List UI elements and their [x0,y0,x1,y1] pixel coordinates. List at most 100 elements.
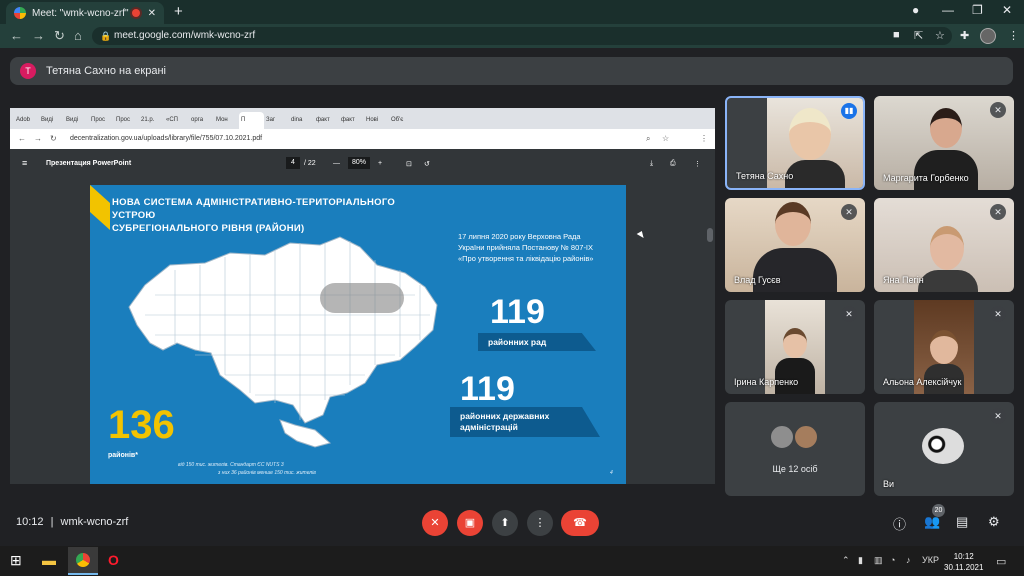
stat1-label: районних рад [478,333,596,351]
shared-tab: Заг [266,117,276,123]
chat-icon[interactable]: ▤ [956,514,968,530]
self-avatar [922,428,964,464]
participant-tile[interactable]: ✕ Ірина Карпенко [725,300,865,394]
shared-tab: факт [341,117,355,123]
shared-tab: Нові [366,117,379,123]
participant-tile[interactable]: ✕ Маргарита Горбенко [874,96,1014,190]
shared-star-icon: ☆ [662,134,670,143]
reload-icon[interactable]: ↻ [54,28,65,44]
opera-icon[interactable]: O [108,552,119,568]
shared-screen: Adob Виді Виді Прос Прос 21.р. «СП орга … [10,108,715,484]
tray-usb-icon[interactable]: ▮ [858,555,863,566]
participant-face [930,330,958,364]
meeting-controls-bar: 10:12 | wmk-wcno-zrf ✕ ▣ ⬆ ⋮ ☎ ⓘ 👥 20 ▤ … [0,500,1024,546]
more-options-button[interactable]: ⋮ [527,510,553,536]
extensions-icon[interactable]: ✚ [960,29,969,42]
pdf-scrollbar[interactable] [707,228,713,242]
pdf-zoom-level: 80% [348,157,370,169]
taskbar-clock[interactable]: 10:12 30.11.2021 [944,551,983,573]
tray-up-arrow-icon[interactable]: ⌃ [842,555,850,566]
meeting-info: 10:12 | wmk-wcno-zrf [16,516,128,528]
tab-search-icon[interactable]: ● [912,3,919,17]
maximize-button[interactable]: ❐ [972,3,983,17]
windows-start-icon[interactable]: ⊞ [10,552,22,569]
participant-name: Маргарита Горбенко [883,173,969,183]
tray-wifi-icon[interactable]: ◔ [890,555,895,565]
tray-volume-icon[interactable]: ♪ [906,555,911,565]
meeting-details-icon[interactable]: ⓘ [893,514,906,533]
mic-toggle-button[interactable]: ✕ [422,510,448,536]
shared-tab: Мон [216,117,228,123]
slide-accent-shape [90,185,110,230]
tray-network-icon[interactable]: ▥ [874,555,883,566]
mic-muted-icon: ✕ [990,408,1006,424]
self-tile[interactable]: ✕ Ви [874,402,1014,496]
mouse-cursor-icon [636,230,646,241]
participant-name: Влад Гусєв [734,275,781,285]
home-icon[interactable]: ⌂ [74,28,82,43]
footnote-1: від 150 тис. жителів. Стандарт ЄС NUTS 3 [178,462,284,468]
browser-menu-icon[interactable]: ⋮ [1008,29,1019,42]
open-external-icon[interactable]: ⇱ [914,29,923,42]
pdf-page-total: / 22 [304,160,316,167]
map-overlay-bubble [320,283,404,313]
pdf-menu-icon: ≡ [22,158,28,168]
notifications-icon[interactable]: ▭ [996,555,1006,568]
pdf-zoom-out-icon: — [333,160,340,167]
presenting-text: Тетяна Сахно на екрані [46,65,166,77]
leave-call-button[interactable]: ☎ [561,510,599,536]
file-explorer-icon[interactable]: ▬ [42,552,56,568]
address-bar[interactable]: 🔒 meet.google.com/wmk-wcno-zrf [92,27,952,45]
profile-avatar[interactable] [980,28,996,44]
self-name: Ви [883,479,895,489]
participant-body [918,270,978,292]
participant-tile[interactable]: ✕ Альона Алексійчук [874,300,1014,394]
tray-language[interactable]: УКР [922,555,939,565]
tab-close-icon[interactable]: ✕ [148,8,156,19]
pdf-more-icon: ⋮ [694,161,701,168]
tab-title: Meet: "wmk-wcno-zrf" [32,7,129,19]
mic-muted-icon: ✕ [841,204,857,220]
mic-muted-icon: ✕ [990,204,1006,220]
activities-icon[interactable]: ⚙ [988,514,1000,530]
chrome-icon [76,553,90,567]
footnote-2: з них 36 районів менше 150 тис. жителів [218,470,316,476]
slide-title-line1: НОВА СИСТЕМА АДМІНІСТРАТИВНО-ТЕРИТОРІАЛЬ… [112,197,396,221]
browser-toolbar: ← → ↻ ⌂ 🔒 meet.google.com/wmk-wcno-zrf ■… [0,24,1024,48]
shared-forward-icon: → [34,134,42,143]
participant-tile[interactable]: ✕ Влад Гусєв [725,198,865,292]
shared-tab: dina [291,117,303,123]
address-url: meet.google.com/wmk-wcno-zrf [114,30,256,41]
bookmark-star-icon[interactable]: ☆ [935,29,945,42]
participant-mini-avatar [793,424,819,450]
recording-indicator-icon [131,9,140,17]
participant-face [783,328,807,358]
browser-tab-strip: Meet: "wmk-wcno-zrf" ✕ + ● — ❐ ✕ [0,0,1024,24]
mic-muted-icon: ✕ [990,102,1006,118]
participant-face [775,202,811,246]
browser-tab-meet[interactable]: Meet: "wmk-wcno-zrf" ✕ [6,2,164,24]
pdf-rotate-icon: ↺ [424,161,430,168]
participant-tile[interactable]: ✕ Яна Пегін [874,198,1014,292]
minimize-button[interactable]: — [942,3,954,17]
participant-tile[interactable]: ▮▮ Тетяна Сахно [725,96,865,190]
taskbar-date: 30.11.2021 [944,563,984,572]
meet-favicon-icon [14,7,26,19]
present-screen-button[interactable]: ⬆ [492,510,518,536]
forward-arrow-icon[interactable]: → [32,28,45,43]
shared-tab: Об'є [391,117,404,123]
close-window-button[interactable]: ✕ [1002,3,1012,17]
shared-tab: 21.р. [141,117,155,123]
presenting-banner: Т Тетяна Сахно на екрані [10,57,1013,85]
camera-toggle-button[interactable]: ▣ [457,510,483,536]
shared-tab-active: П [239,112,264,129]
meeting-code: wmk-wcno-zrf [60,516,129,528]
camera-icon[interactable]: ■ [893,29,900,41]
mic-muted-icon: ✕ [841,306,857,322]
more-participants-tile[interactable]: Ще 12 осіб [725,402,865,496]
back-arrow-icon[interactable]: ← [10,28,23,43]
new-tab-button[interactable]: + [174,3,183,20]
participant-count-badge: 20 [932,504,945,517]
meeting-time: 10:12 [16,516,44,528]
presentation-slide: НОВА СИСТЕМА АДМІНІСТРАТИВНО-ТЕРИТОРІАЛЬ… [90,185,626,484]
